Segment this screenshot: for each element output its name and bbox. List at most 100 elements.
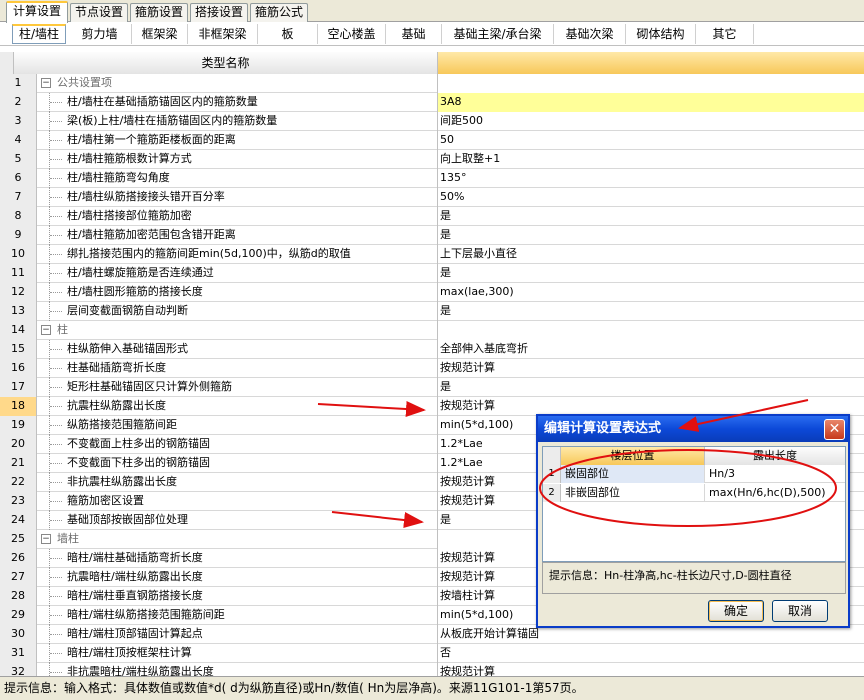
setting-name-cell[interactable]: 层间变截面钢筋自动判断 <box>37 302 438 321</box>
setting-name-cell[interactable]: 柱/墙柱圆形箍筋的搭接长度 <box>37 283 438 302</box>
group-row[interactable]: 1− 公共设置项 <box>0 74 864 93</box>
tab-node-settings[interactable]: 节点设置 <box>70 3 128 22</box>
setting-name-cell[interactable]: 柱/墙柱箍筋根数计算方式 <box>37 150 438 169</box>
table-row[interactable]: 32 非抗震暗柱/端柱纵筋露出长度 按规范计算 <box>0 663 864 676</box>
expression-row[interactable]: 1 嵌固部位 Hn/3 <box>543 465 845 483</box>
tab-lap-settings[interactable]: 搭接设置 <box>190 3 248 22</box>
subtab-foundation-main-beam[interactable]: 基础主梁/承台梁 <box>442 24 554 44</box>
subtab-non-frame-beam[interactable]: 非框架梁 <box>188 24 258 44</box>
subtab-hollow-floor[interactable]: 空心楼盖 <box>318 24 386 44</box>
collapse-icon[interactable]: − <box>41 325 51 335</box>
setting-name-cell[interactable]: 不变截面下柱多出的钢筋锚固 <box>37 454 438 473</box>
length-cell[interactable]: Hn/3 <box>705 465 845 483</box>
setting-name-cell[interactable]: 梁(板)上柱/墙柱在插筋锚固区内的箍筋数量 <box>37 112 438 131</box>
setting-name-cell[interactable]: 暗柱/端柱纵筋搭接范围箍筋间距 <box>37 606 438 625</box>
setting-value-cell[interactable]: 向上取整+1 <box>438 150 864 169</box>
expression-row[interactable]: 2 非嵌固部位 max(Hn/6,hc(D),500) <box>543 484 845 502</box>
setting-value-cell[interactable]: 50 <box>438 131 864 150</box>
subtab-frame-beam[interactable]: 框架梁 <box>132 24 188 44</box>
subtab-other[interactable]: 其它 <box>696 24 754 44</box>
table-row[interactable]: 16 柱基础插筋弯折长度 按规范计算 <box>0 359 864 378</box>
setting-value-cell[interactable]: 间距500 <box>438 112 864 131</box>
setting-value-cell[interactable] <box>438 321 864 340</box>
setting-name-cell[interactable]: 柱基础插筋弯折长度 <box>37 359 438 378</box>
position-cell[interactable]: 嵌固部位 <box>561 465 705 483</box>
column-header-name[interactable]: 类型名称 <box>14 52 438 74</box>
ok-button[interactable]: 确定 <box>708 600 764 622</box>
setting-name-cell[interactable]: 非抗震暗柱/端柱纵筋露出长度 <box>37 663 438 676</box>
setting-value-cell[interactable]: 3A8 <box>438 93 864 112</box>
table-row[interactable]: 15 柱纵筋伸入基础锚固形式 全部伸入基底弯折 <box>0 340 864 359</box>
table-row[interactable]: 6 柱/墙柱箍筋弯勾角度 135° <box>0 169 864 188</box>
setting-value-cell[interactable]: 50% <box>438 188 864 207</box>
setting-name-cell[interactable]: 柱/墙柱箍筋弯勾角度 <box>37 169 438 188</box>
subtab-shear-wall[interactable]: 剪力墙 <box>68 24 132 44</box>
column-header-length[interactable]: 露出长度 <box>705 447 845 465</box>
setting-name-cell[interactable]: 纵筋搭接范围箍筋间距 <box>37 416 438 435</box>
setting-value-cell[interactable] <box>438 74 864 93</box>
subtab-slab[interactable]: 板 <box>258 24 318 44</box>
table-row[interactable]: 10 绑扎搭接范围内的箍筋间距min(5d,100)中，纵筋d的取值 上下层最小直径 <box>0 245 864 264</box>
table-row[interactable]: 5 柱/墙柱箍筋根数计算方式 向上取整+1 <box>0 150 864 169</box>
setting-value-cell[interactable]: 是 <box>438 378 864 397</box>
setting-name-cell[interactable]: 非抗震柱纵筋露出长度 <box>37 473 438 492</box>
close-icon[interactable]: ✕ <box>824 419 845 440</box>
setting-name-cell[interactable]: 柱/墙柱箍筋加密范围包含错开距离 <box>37 226 438 245</box>
setting-name-cell[interactable]: 抗震柱纵筋露出长度 <box>37 397 438 416</box>
length-cell[interactable]: max(Hn/6,hc(D),500) <box>705 484 845 502</box>
setting-value-cell[interactable]: 否 <box>438 644 864 663</box>
setting-name-cell[interactable]: 不变截面上柱多出的钢筋锚固 <box>37 435 438 454</box>
setting-name-cell[interactable]: 柱/墙柱纵筋搭接接头错开百分率 <box>37 188 438 207</box>
column-header-position[interactable]: 楼层位置 <box>561 447 705 465</box>
collapse-icon[interactable]: − <box>41 78 51 88</box>
setting-value-cell[interactable]: 按规范计算 <box>438 359 864 378</box>
table-row[interactable]: 4 柱/墙柱第一个箍筋距楼板面的距离 50 <box>0 131 864 150</box>
setting-name-cell[interactable]: 箍筋加密区设置 <box>37 492 438 511</box>
setting-name-cell[interactable]: 柱/墙柱螺旋箍筋是否连续通过 <box>37 264 438 283</box>
setting-value-cell[interactable]: 上下层最小直径 <box>438 245 864 264</box>
setting-name-cell[interactable]: 暗柱/端柱基础插筋弯折长度 <box>37 549 438 568</box>
setting-name-cell[interactable]: 暗柱/端柱顶按框架柱计算 <box>37 644 438 663</box>
table-row[interactable]: 2 柱/墙柱在基础插筋锚固区内的箍筋数量 3A8 <box>0 93 864 112</box>
setting-name-cell[interactable]: − 柱 <box>37 321 438 340</box>
tab-stirrup-settings[interactable]: 箍筋设置 <box>130 3 188 22</box>
position-cell[interactable]: 非嵌固部位 <box>561 484 705 502</box>
setting-name-cell[interactable]: − 公共设置项 <box>37 74 438 93</box>
table-row[interactable]: 7 柱/墙柱纵筋搭接接头错开百分率 50% <box>0 188 864 207</box>
table-row[interactable]: 31 暗柱/端柱顶按框架柱计算 否 <box>0 644 864 663</box>
setting-name-cell[interactable]: 矩形柱基础锚固区只计算外侧箍筋 <box>37 378 438 397</box>
setting-name-cell[interactable]: 抗震暗柱/端柱纵筋露出长度 <box>37 568 438 587</box>
setting-value-cell[interactable]: 135° <box>438 169 864 188</box>
cancel-button[interactable]: 取消 <box>772 600 828 622</box>
table-row[interactable]: 17 矩形柱基础锚固区只计算外侧箍筋 是 <box>0 378 864 397</box>
table-row[interactable]: 11 柱/墙柱螺旋箍筋是否连续通过 是 <box>0 264 864 283</box>
setting-value-cell[interactable]: 全部伸入基底弯折 <box>438 340 864 359</box>
subtab-masonry[interactable]: 砌体结构 <box>626 24 696 44</box>
table-row[interactable]: 13 层间变截面钢筋自动判断 是 <box>0 302 864 321</box>
collapse-icon[interactable]: − <box>41 534 51 544</box>
setting-name-cell[interactable]: 柱/墙柱第一个箍筋距楼板面的距离 <box>37 131 438 150</box>
setting-name-cell[interactable]: 暗柱/端柱垂直钢筋搭接长度 <box>37 587 438 606</box>
setting-value-cell[interactable]: 是 <box>438 264 864 283</box>
setting-value-cell[interactable]: max(lae,300) <box>438 283 864 302</box>
subtab-foundation-secondary-beam[interactable]: 基础次梁 <box>554 24 626 44</box>
setting-name-cell[interactable]: 暗柱/端柱顶部锚固计算起点 <box>37 625 438 644</box>
setting-name-cell[interactable]: 基础顶部按嵌固部位处理 <box>37 511 438 530</box>
tab-stirrup-formula[interactable]: 箍筋公式 <box>250 3 308 22</box>
column-header-value[interactable] <box>438 52 864 74</box>
subtab-foundation[interactable]: 基础 <box>386 24 442 44</box>
tab-calc-settings[interactable]: 计算设置 <box>6 1 68 23</box>
subtab-column[interactable]: 柱/墙柱 <box>12 24 66 44</box>
table-row[interactable]: 12 柱/墙柱圆形箍筋的搭接长度 max(lae,300) <box>0 283 864 302</box>
setting-name-cell[interactable]: 柱/墙柱搭接部位箍筋加密 <box>37 207 438 226</box>
setting-name-cell[interactable]: − 墙柱 <box>37 530 438 549</box>
setting-value-cell[interactable]: 是 <box>438 207 864 226</box>
setting-value-cell[interactable]: 是 <box>438 302 864 321</box>
setting-value-cell[interactable]: 按规范计算 <box>438 663 864 676</box>
setting-name-cell[interactable]: 柱/墙柱在基础插筋锚固区内的箍筋数量 <box>37 93 438 112</box>
group-row[interactable]: 14− 柱 <box>0 321 864 340</box>
table-row[interactable]: 9 柱/墙柱箍筋加密范围包含错开距离 是 <box>0 226 864 245</box>
setting-name-cell[interactable]: 绑扎搭接范围内的箍筋间距min(5d,100)中，纵筋d的取值 <box>37 245 438 264</box>
setting-name-cell[interactable]: 柱纵筋伸入基础锚固形式 <box>37 340 438 359</box>
table-row[interactable]: 3 梁(板)上柱/墙柱在插筋锚固区内的箍筋数量 间距500 <box>0 112 864 131</box>
